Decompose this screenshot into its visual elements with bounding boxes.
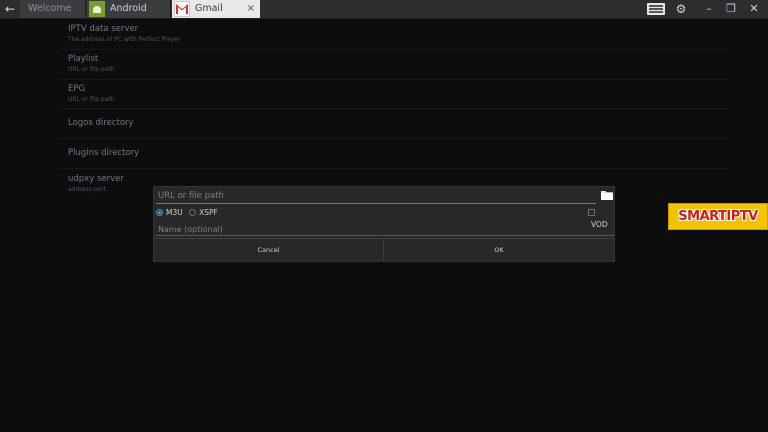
setting-subtitle: URL or file path xyxy=(68,96,115,103)
divider xyxy=(60,168,730,169)
setting-subtitle: address:port xyxy=(68,186,106,193)
tab-label: Welcome xyxy=(28,3,72,14)
radio-m3u-label[interactable]: M3U xyxy=(166,208,183,217)
dialog-buttons: Cancel OK xyxy=(154,238,614,262)
gmail-icon xyxy=(174,1,190,17)
divider xyxy=(60,138,730,139)
tab-android[interactable]: Android xyxy=(87,0,171,18)
setting-logos-directory[interactable]: Logos directory xyxy=(68,118,134,128)
setting-playlist[interactable]: Playlist URL or file path xyxy=(68,54,115,73)
tab-label: Android xyxy=(110,3,147,14)
cancel-button[interactable]: Cancel xyxy=(154,239,384,262)
name-input[interactable] xyxy=(156,223,614,236)
setting-title: Playlist xyxy=(68,54,99,64)
radio-xspf-label[interactable]: XSPF xyxy=(199,208,218,217)
divider xyxy=(60,79,730,80)
setting-title: IPTV data server xyxy=(68,24,139,34)
window-tab-bar: ← Welcome Android Gmail × ⚙ – ❐ ✕ xyxy=(0,0,768,19)
setting-epg[interactable]: EPG URL or file path xyxy=(68,84,115,103)
setting-title: Logos directory xyxy=(68,118,134,128)
vod-checkbox[interactable] xyxy=(588,208,595,216)
restore-icon[interactable]: ❐ xyxy=(722,0,740,18)
tab-close-icon[interactable]: × xyxy=(247,0,255,18)
setting-title: EPG xyxy=(68,84,86,94)
setting-subtitle: URL or file path xyxy=(68,66,115,73)
radio-m3u[interactable] xyxy=(156,208,163,216)
url-input[interactable] xyxy=(156,189,596,204)
setting-subtitle: The address of PC with Perfect Player xyxy=(68,36,181,43)
keyboard-icon[interactable] xyxy=(645,0,667,18)
tab-gmail[interactable]: Gmail × xyxy=(172,0,260,18)
back-arrow-icon[interactable]: ← xyxy=(0,0,20,18)
setting-udpxy-server[interactable]: udpxy server address:port xyxy=(68,174,124,193)
format-radio-group: M3U XSPF xyxy=(156,207,222,219)
gear-icon[interactable]: ⚙ xyxy=(672,0,690,18)
android-icon xyxy=(89,1,105,17)
close-window-icon[interactable]: ✕ xyxy=(745,0,763,18)
tab-welcome[interactable]: Welcome xyxy=(20,0,86,18)
folder-icon[interactable] xyxy=(601,189,613,201)
minimize-icon[interactable]: – xyxy=(700,0,718,18)
add-playlist-dialog: M3U XSPF VOD Cancel OK xyxy=(153,186,615,262)
divider xyxy=(60,49,730,50)
setting-title: udpxy server xyxy=(68,174,124,184)
setting-plugins-directory[interactable]: Plugins directory xyxy=(68,148,139,158)
radio-xspf[interactable] xyxy=(189,208,197,216)
tab-label: Gmail xyxy=(195,3,223,14)
ok-button[interactable]: OK xyxy=(384,239,614,262)
divider xyxy=(60,108,730,109)
smart-iptv-logo: SMARTIPTV xyxy=(668,203,768,230)
setting-title: Plugins directory xyxy=(68,148,140,158)
setting-iptv-data-server[interactable]: IPTV data server The address of PC with … xyxy=(68,24,180,43)
